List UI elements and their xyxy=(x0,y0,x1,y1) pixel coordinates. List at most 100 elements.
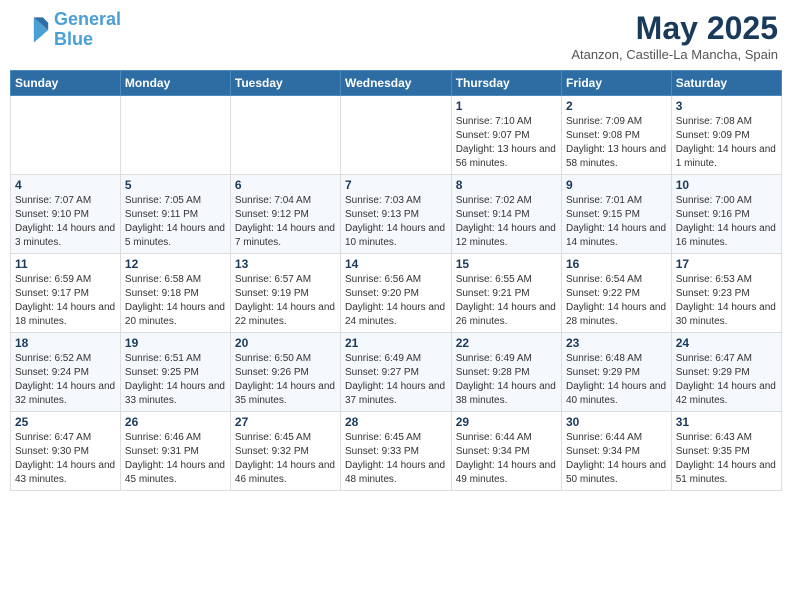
calendar-week-3: 11 Sunrise: 6:59 AM Sunset: 9:17 PM Dayli… xyxy=(11,254,782,333)
day-info: Sunrise: 6:54 AM Sunset: 9:22 PM Dayligh… xyxy=(566,273,667,329)
day-number: 28 xyxy=(345,415,447,429)
day-header-friday: Friday xyxy=(561,71,671,96)
day-info: Sunrise: 7:07 AM Sunset: 9:10 PM Dayligh… xyxy=(15,194,116,250)
day-info: Sunrise: 7:01 AM Sunset: 9:15 PM Dayligh… xyxy=(566,194,667,250)
calendar-cell: 31Sunrise: 6:43 AM Sunset: 9:35 PM Dayli… xyxy=(671,412,781,491)
calendar-header-row: SundayMondayTuesdayWednesdayThursdayFrid… xyxy=(11,71,782,96)
calendar-cell: 12 Sunrise: 6:58 AM Sunset: 9:18 PM Dayli… xyxy=(120,254,230,333)
calendar-cell: 1Sunrise: 7:10 AM Sunset: 9:07 PM Daylig… xyxy=(451,96,561,175)
day-info: Sunrise: 6:45 AM Sunset: 9:33 PM Dayligh… xyxy=(345,431,447,487)
day-number: 13 xyxy=(235,257,336,271)
logo-text: General Blue xyxy=(54,10,121,50)
day-header-thursday: Thursday xyxy=(451,71,561,96)
month-title: May 2025 xyxy=(571,10,778,47)
day-info: Sunrise: 6:47 AM Sunset: 9:29 PM Dayligh… xyxy=(676,352,777,408)
day-info: Sunrise: 6:49 AM Sunset: 9:27 PM Dayligh… xyxy=(345,352,447,408)
location: Atanzon, Castille-La Mancha, Spain xyxy=(571,47,778,62)
day-header-saturday: Saturday xyxy=(671,71,781,96)
calendar-cell xyxy=(340,96,451,175)
day-number: 15 xyxy=(456,257,557,271)
calendar-cell: 9 Sunrise: 7:01 AM Sunset: 9:15 PM Daylig… xyxy=(561,175,671,254)
day-number: 19 xyxy=(125,336,226,350)
calendar-cell xyxy=(120,96,230,175)
page-header: General Blue May 2025 Atanzon, Castille-… xyxy=(10,10,782,62)
day-info: Sunrise: 6:44 AM Sunset: 9:34 PM Dayligh… xyxy=(566,431,667,487)
calendar-cell xyxy=(11,96,121,175)
calendar-cell: 5Sunrise: 7:05 AM Sunset: 9:11 PM Daylig… xyxy=(120,175,230,254)
day-info: Sunrise: 7:05 AM Sunset: 9:11 PM Dayligh… xyxy=(125,194,226,250)
calendar-cell: 23 Sunrise: 6:48 AM Sunset: 9:29 PM Dayli… xyxy=(561,333,671,412)
calendar-cell: 8 Sunrise: 7:02 AM Sunset: 9:14 PM Daylig… xyxy=(451,175,561,254)
day-info: Sunrise: 6:56 AM Sunset: 9:20 PM Dayligh… xyxy=(345,273,447,329)
day-header-wednesday: Wednesday xyxy=(340,71,451,96)
day-number: 27 xyxy=(235,415,336,429)
calendar-cell: 19 Sunrise: 6:51 AM Sunset: 9:25 PM Dayli… xyxy=(120,333,230,412)
calendar-week-5: 25Sunrise: 6:47 AM Sunset: 9:30 PM Dayli… xyxy=(11,412,782,491)
calendar-cell: 3Sunrise: 7:08 AM Sunset: 9:09 PM Daylig… xyxy=(671,96,781,175)
day-number: 29 xyxy=(456,415,557,429)
day-info: Sunrise: 6:57 AM Sunset: 9:19 PM Dayligh… xyxy=(235,273,336,329)
day-info: Sunrise: 6:53 AM Sunset: 9:23 PM Dayligh… xyxy=(676,273,777,329)
day-number: 6 xyxy=(235,178,336,192)
day-number: 18 xyxy=(15,336,116,350)
calendar-cell: 22Sunrise: 6:49 AM Sunset: 9:28 PM Dayli… xyxy=(451,333,561,412)
day-info: Sunrise: 6:55 AM Sunset: 9:21 PM Dayligh… xyxy=(456,273,557,329)
day-number: 11 xyxy=(15,257,116,271)
day-info: Sunrise: 7:04 AM Sunset: 9:12 PM Dayligh… xyxy=(235,194,336,250)
calendar-cell: 16 Sunrise: 6:54 AM Sunset: 9:22 PM Dayli… xyxy=(561,254,671,333)
day-info: Sunrise: 6:45 AM Sunset: 9:32 PM Dayligh… xyxy=(235,431,336,487)
day-number: 30 xyxy=(566,415,667,429)
calendar-week-4: 18 Sunrise: 6:52 AM Sunset: 9:24 PM Dayli… xyxy=(11,333,782,412)
day-number: 31 xyxy=(676,415,777,429)
calendar-cell: 11 Sunrise: 6:59 AM Sunset: 9:17 PM Dayli… xyxy=(11,254,121,333)
day-info: Sunrise: 6:58 AM Sunset: 9:18 PM Dayligh… xyxy=(125,273,226,329)
day-number: 23 xyxy=(566,336,667,350)
day-info: Sunrise: 6:44 AM Sunset: 9:34 PM Dayligh… xyxy=(456,431,557,487)
day-info: Sunrise: 6:59 AM Sunset: 9:17 PM Dayligh… xyxy=(15,273,116,329)
calendar-cell: 4 Sunrise: 7:07 AM Sunset: 9:10 PM Daylig… xyxy=(11,175,121,254)
day-number: 8 xyxy=(456,178,557,192)
calendar-table: SundayMondayTuesdayWednesdayThursdayFrid… xyxy=(10,70,782,491)
day-number: 3 xyxy=(676,99,777,113)
calendar-cell: 20Sunrise: 6:50 AM Sunset: 9:26 PM Dayli… xyxy=(230,333,340,412)
calendar-cell: 2 Sunrise: 7:09 AM Sunset: 9:08 PM Daylig… xyxy=(561,96,671,175)
calendar-week-1: 1Sunrise: 7:10 AM Sunset: 9:07 PM Daylig… xyxy=(11,96,782,175)
calendar-cell: 30 Sunrise: 6:44 AM Sunset: 9:34 PM Dayli… xyxy=(561,412,671,491)
calendar-cell: 15 Sunrise: 6:55 AM Sunset: 9:21 PM Dayli… xyxy=(451,254,561,333)
day-info: Sunrise: 6:49 AM Sunset: 9:28 PM Dayligh… xyxy=(456,352,557,408)
day-info: Sunrise: 6:47 AM Sunset: 9:30 PM Dayligh… xyxy=(15,431,116,487)
day-info: Sunrise: 6:50 AM Sunset: 9:26 PM Dayligh… xyxy=(235,352,336,408)
day-number: 4 xyxy=(15,178,116,192)
day-number: 7 xyxy=(345,178,447,192)
calendar-week-2: 4 Sunrise: 7:07 AM Sunset: 9:10 PM Daylig… xyxy=(11,175,782,254)
day-info: Sunrise: 6:51 AM Sunset: 9:25 PM Dayligh… xyxy=(125,352,226,408)
logo-icon xyxy=(14,12,50,48)
day-number: 12 xyxy=(125,257,226,271)
calendar-cell: 27 Sunrise: 6:45 AM Sunset: 9:32 PM Dayli… xyxy=(230,412,340,491)
day-header-sunday: Sunday xyxy=(11,71,121,96)
calendar-cell: 13 Sunrise: 6:57 AM Sunset: 9:19 PM Dayli… xyxy=(230,254,340,333)
calendar-cell: 18 Sunrise: 6:52 AM Sunset: 9:24 PM Dayli… xyxy=(11,333,121,412)
day-number: 9 xyxy=(566,178,667,192)
calendar-cell: 21Sunrise: 6:49 AM Sunset: 9:27 PM Dayli… xyxy=(340,333,451,412)
day-info: Sunrise: 6:52 AM Sunset: 9:24 PM Dayligh… xyxy=(15,352,116,408)
day-number: 1 xyxy=(456,99,557,113)
day-info: Sunrise: 7:02 AM Sunset: 9:14 PM Dayligh… xyxy=(456,194,557,250)
day-info: Sunrise: 7:03 AM Sunset: 9:13 PM Dayligh… xyxy=(345,194,447,250)
title-block: May 2025 Atanzon, Castille-La Mancha, Sp… xyxy=(571,10,778,62)
day-number: 2 xyxy=(566,99,667,113)
calendar-cell: 28 Sunrise: 6:45 AM Sunset: 9:33 PM Dayli… xyxy=(340,412,451,491)
calendar-cell: 6 Sunrise: 7:04 AM Sunset: 9:12 PM Daylig… xyxy=(230,175,340,254)
day-number: 16 xyxy=(566,257,667,271)
day-info: Sunrise: 6:48 AM Sunset: 9:29 PM Dayligh… xyxy=(566,352,667,408)
calendar-cell: 7 Sunrise: 7:03 AM Sunset: 9:13 PM Daylig… xyxy=(340,175,451,254)
day-info: Sunrise: 7:00 AM Sunset: 9:16 PM Dayligh… xyxy=(676,194,777,250)
day-header-monday: Monday xyxy=(120,71,230,96)
calendar-cell: 29 Sunrise: 6:44 AM Sunset: 9:34 PM Dayli… xyxy=(451,412,561,491)
calendar-cell: 17Sunrise: 6:53 AM Sunset: 9:23 PM Dayli… xyxy=(671,254,781,333)
calendar-cell: 14Sunrise: 6:56 AM Sunset: 9:20 PM Dayli… xyxy=(340,254,451,333)
day-number: 26 xyxy=(125,415,226,429)
day-info: Sunrise: 7:09 AM Sunset: 9:08 PM Dayligh… xyxy=(566,115,667,171)
logo-line1: General xyxy=(54,9,121,29)
calendar-cell: 10Sunrise: 7:00 AM Sunset: 9:16 PM Dayli… xyxy=(671,175,781,254)
